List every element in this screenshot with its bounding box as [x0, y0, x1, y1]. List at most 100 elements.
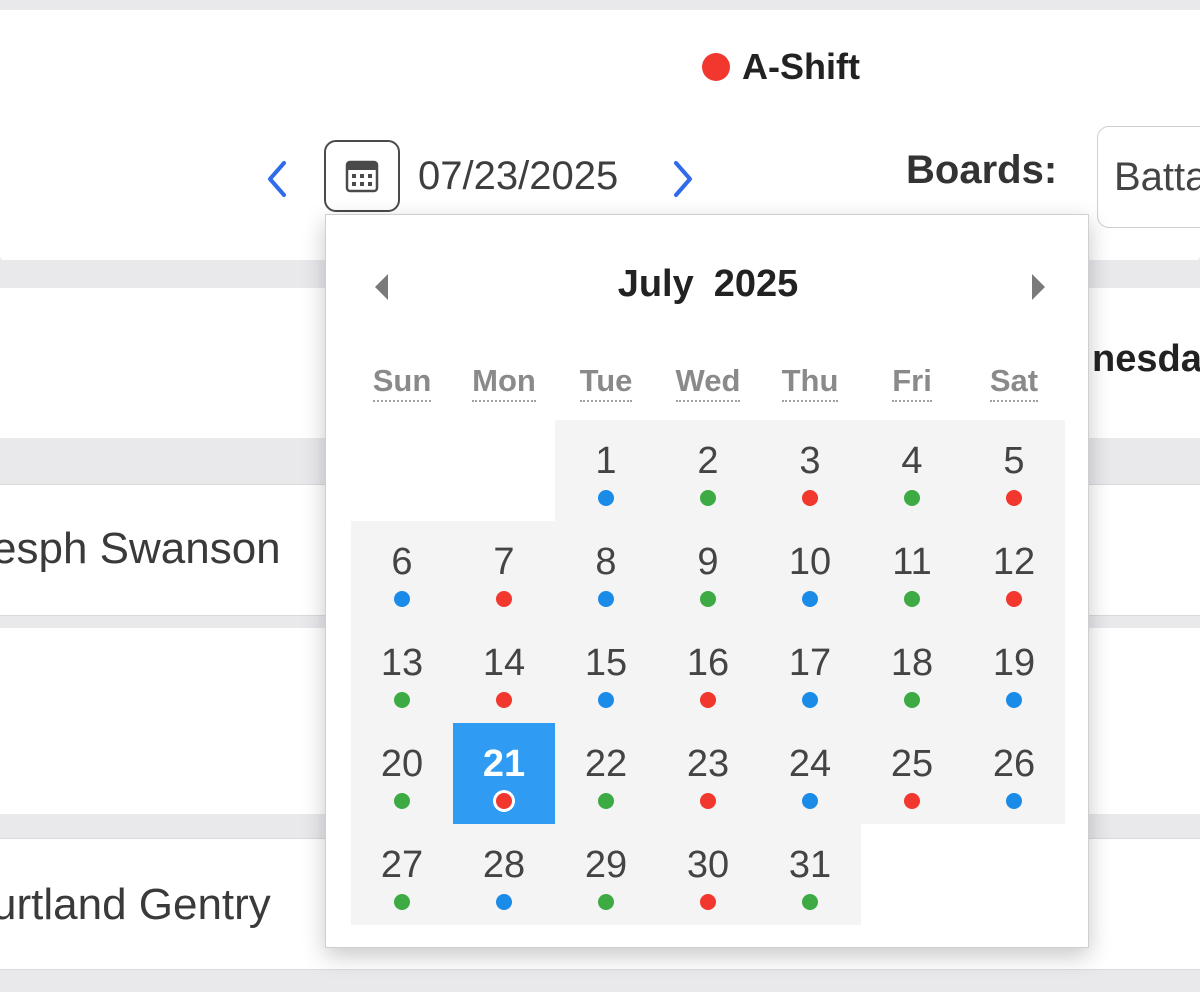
shift-marker-dot [802, 692, 818, 708]
shift-marker-dot [1006, 490, 1022, 506]
day-number: 27 [380, 844, 424, 886]
day-number: 10 [788, 541, 832, 583]
calendar-day-28[interactable]: 28 [453, 824, 555, 925]
calendar-day-30[interactable]: 30 [657, 824, 759, 925]
day-number: 5 [1003, 440, 1025, 482]
calendar-day-26[interactable]: 26 [963, 723, 1065, 824]
shift-marker-dot [700, 490, 716, 506]
calendar-day-20[interactable]: 20 [351, 723, 453, 824]
day-number: 24 [788, 743, 832, 785]
weekday-header-thu: Thu [759, 363, 861, 402]
shift-marker-dot [496, 692, 512, 708]
calendar-day-14[interactable]: 14 [453, 622, 555, 723]
shift-marker-dot [802, 793, 818, 809]
calendar-day-6[interactable]: 6 [351, 521, 453, 622]
day-number: 4 [901, 440, 923, 482]
calendar-day-31[interactable]: 31 [759, 824, 861, 925]
shift-marker-dot [904, 692, 920, 708]
shift-marker-dot [496, 793, 512, 809]
day-number: 31 [788, 844, 832, 886]
selected-date-text[interactable]: 07/23/2025 [418, 154, 618, 199]
calendar-day-8[interactable]: 8 [555, 521, 657, 622]
day-number: 9 [697, 541, 719, 583]
calendar-day-23[interactable]: 23 [657, 723, 759, 824]
shift-marker-dot [904, 591, 920, 607]
calendar-day-11[interactable]: 11 [861, 521, 963, 622]
date-picker-popup: July 2025 Sun Mon Tue Wed Thu Fri Sat 123456789… [325, 214, 1089, 948]
calendar-day-15[interactable]: 15 [555, 622, 657, 723]
shift-marker-dot [904, 793, 920, 809]
day-number: 1 [595, 440, 617, 482]
chevron-right-icon [674, 161, 692, 197]
day-number: 23 [686, 743, 730, 785]
month-year-title: July 2025 [326, 263, 1090, 306]
calendar-week-row: 20 21 22 23 24 25 26 [351, 723, 1065, 824]
shift-marker-dot [598, 793, 614, 809]
calendar-day-24[interactable]: 24 [759, 723, 861, 824]
day-number: 3 [799, 440, 821, 482]
weekday-header-tue: Tue [555, 363, 657, 402]
calendar-day-22[interactable]: 22 [555, 723, 657, 824]
calendar-day-12[interactable]: 12 [963, 521, 1065, 622]
shift-marker-dot [394, 894, 410, 910]
calendar-empty-cell [453, 420, 555, 521]
weekday-header-sun: Sun [351, 363, 453, 402]
shift-marker-dot [700, 591, 716, 607]
calendar-day-25[interactable]: 25 [861, 723, 963, 824]
row-person-name: esph Swanson [0, 524, 281, 573]
calendar-day-21[interactable]: 21 [453, 723, 555, 824]
day-number: 7 [493, 541, 515, 583]
weekday-label: Sat [989, 363, 1039, 402]
month-name: July [617, 263, 694, 305]
chevron-left-icon [268, 161, 286, 197]
day-number: 12 [992, 541, 1036, 583]
calendar-day-2[interactable]: 2 [657, 420, 759, 521]
weekday-label: Tue [579, 363, 633, 402]
calendar-day-17[interactable]: 17 [759, 622, 861, 723]
triangle-right-icon [1032, 274, 1045, 300]
calendar-day-18[interactable]: 18 [861, 622, 963, 723]
calendar-day-16[interactable]: 16 [657, 622, 759, 723]
calendar-day-3[interactable]: 3 [759, 420, 861, 521]
row-person-name: urtland Gentry [0, 880, 271, 929]
calendar-day-4[interactable]: 4 [861, 420, 963, 521]
shift-marker-dot [802, 591, 818, 607]
day-number: 2 [697, 440, 719, 482]
calendar-empty-cell [963, 824, 1065, 925]
calendar-week-row: 27 28 29 30 31 [351, 824, 1065, 925]
calendar-day-27[interactable]: 27 [351, 824, 453, 925]
day-number: 8 [595, 541, 617, 583]
boards-select-value: Batta [1114, 154, 1200, 199]
day-number: 15 [584, 642, 628, 684]
shift-marker-dot [802, 894, 818, 910]
weekday-header-mon: Mon [453, 363, 555, 402]
weekday-label: Sun [372, 363, 432, 402]
previous-date-button[interactable] [262, 156, 292, 202]
open-calendar-button[interactable] [324, 140, 400, 212]
next-month-button[interactable] [1026, 271, 1050, 303]
calendar-day-10[interactable]: 10 [759, 521, 861, 622]
calendar-day-9[interactable]: 9 [657, 521, 759, 622]
calendar-empty-cell [861, 824, 963, 925]
shift-label: A-Shift [742, 46, 860, 87]
shift-marker-dot [598, 591, 614, 607]
calendar-day-19[interactable]: 19 [963, 622, 1065, 723]
shift-marker-dot [700, 793, 716, 809]
calendar-day-13[interactable]: 13 [351, 622, 453, 723]
next-date-button[interactable] [668, 156, 698, 202]
shift-marker-dot [904, 490, 920, 506]
calendar-day-grid: 1 2 3 4 5 6 7 8 9 10 11 12 13 14 15 16 17 18 19 20 21 22 23 24 2… [351, 420, 1065, 925]
calendar-day-7[interactable]: 7 [453, 521, 555, 622]
shift-marker-dot [700, 692, 716, 708]
weekday-label: Thu [781, 363, 839, 402]
shift-marker-dot [598, 894, 614, 910]
weekday-label: Mon [472, 363, 536, 402]
calendar-day-5[interactable]: 5 [963, 420, 1065, 521]
calendar-day-1[interactable]: 1 [555, 420, 657, 521]
calendar-day-29[interactable]: 29 [555, 824, 657, 925]
column-header-day: nesda [1092, 338, 1200, 380]
day-number: 22 [584, 743, 628, 785]
day-number: 18 [890, 642, 934, 684]
boards-label: Boards: [906, 148, 1058, 192]
boards-select[interactable]: Batta [1097, 126, 1200, 228]
